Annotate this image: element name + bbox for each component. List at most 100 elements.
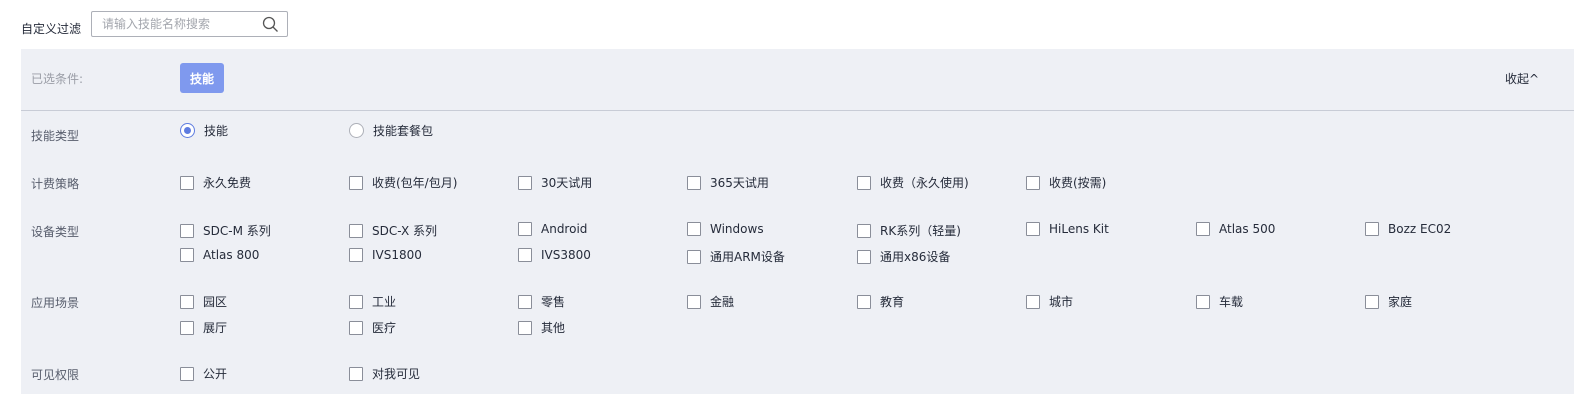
checkbox-icon[interactable] (349, 248, 363, 262)
search-box[interactable] (91, 11, 288, 37)
checkbox-device-ivs3800[interactable]: IVS3800 (518, 248, 591, 262)
checkbox-billing-free[interactable]: 永久免费 (180, 174, 251, 191)
radio-checked-icon[interactable] (180, 123, 195, 138)
radio-skill-package[interactable]: 技能套餐包 (349, 122, 433, 139)
checkbox-billing-30day-trial[interactable]: 30天试用 (518, 174, 592, 191)
checkbox-icon[interactable] (687, 175, 701, 190)
checkbox-label: 通用ARM设备 (710, 250, 785, 264)
checkbox-label: 通用x86设备 (880, 250, 951, 264)
checkbox-icon[interactable] (857, 294, 871, 309)
checkbox-icon[interactable] (349, 223, 363, 238)
checkbox-visibility-private[interactable]: 对我可见 (349, 365, 420, 382)
checkbox-scene-finance[interactable]: 金融 (687, 293, 734, 310)
checkbox-label: IVS1800 (372, 248, 422, 262)
checkbox-icon[interactable] (349, 294, 363, 309)
checkbox-icon[interactable] (687, 249, 701, 264)
checkbox-label: 对我可见 (372, 367, 421, 381)
checkbox-scene-exhibition[interactable]: 展厅 (180, 319, 227, 336)
checkbox-device-atlas-800[interactable]: Atlas 800 (180, 248, 259, 262)
checkbox-billing-on-demand[interactable]: 收费(按需) (1026, 174, 1106, 191)
checkbox-scene-campus[interactable]: 园区 (180, 293, 227, 310)
checkbox-device-android[interactable]: Android (518, 222, 587, 236)
checkbox-label: 城市 (1049, 295, 1074, 309)
checkbox-icon[interactable] (180, 248, 194, 262)
checkbox-scene-home[interactable]: 家庭 (1365, 293, 1412, 310)
checkbox-icon[interactable] (857, 249, 871, 264)
checkbox-billing-365day-trial[interactable]: 365天试用 (687, 174, 769, 191)
checkbox-icon[interactable] (857, 223, 871, 238)
search-input[interactable] (102, 16, 262, 32)
row-label-skill-type: 技能类型 (31, 129, 80, 143)
checkbox-label: 工业 (372, 295, 397, 309)
checkbox-icon[interactable] (1026, 175, 1040, 190)
checkbox-label: 公开 (203, 367, 228, 381)
row-label-visibility: 可见权限 (31, 368, 80, 382)
selected-tag-skill[interactable]: 技能 (180, 63, 224, 93)
checkbox-label: Atlas 500 (1219, 222, 1276, 236)
checkbox-icon[interactable] (349, 366, 363, 381)
checkbox-icon[interactable] (518, 248, 532, 262)
checkbox-device-bozz-ec02[interactable]: Bozz EC02 (1365, 222, 1451, 236)
checkbox-icon[interactable] (349, 175, 363, 190)
checkbox-label: 永久免费 (203, 176, 252, 190)
checkbox-scene-other[interactable]: 其他 (518, 319, 565, 336)
checkbox-icon[interactable] (518, 175, 532, 190)
checkbox-icon[interactable] (518, 294, 532, 309)
row-label-scene: 应用场景 (31, 296, 80, 310)
checkbox-scene-education[interactable]: 教育 (857, 293, 904, 310)
checkbox-label: 医疗 (372, 321, 397, 335)
filter-panel: 已选条件: 技能 收起^ 技能类型 技能 技能套餐包 计费策略 永久免费 收费(… (21, 49, 1574, 394)
checkbox-label: RK系列（轻量) (880, 224, 961, 238)
checkbox-icon[interactable] (687, 222, 701, 236)
checkbox-device-atlas-500[interactable]: Atlas 500 (1196, 222, 1275, 236)
checkbox-device-generic-arm[interactable]: 通用ARM设备 (687, 248, 785, 265)
checkbox-device-rk[interactable]: RK系列（轻量) (857, 222, 961, 239)
checkbox-scene-retail[interactable]: 零售 (518, 293, 565, 310)
checkbox-label: 收费(按需) (1049, 176, 1107, 190)
collapse-toggle[interactable]: 收起^ (1505, 70, 1539, 87)
selected-conditions-row: 已选条件: 技能 收起^ (21, 49, 1574, 111)
checkbox-icon[interactable] (518, 222, 532, 236)
checkbox-scene-city[interactable]: 城市 (1026, 293, 1073, 310)
checkbox-icon[interactable] (857, 175, 871, 190)
checkbox-billing-subscription[interactable]: 收费(包年/包月) (349, 174, 457, 191)
row-label-billing: 计费策略 (31, 177, 80, 191)
checkbox-icon[interactable] (180, 175, 194, 190)
checkbox-icon[interactable] (349, 320, 363, 335)
radio-label: 技能套餐包 (373, 124, 434, 138)
checkbox-icon[interactable] (1196, 222, 1210, 236)
checkbox-scene-medical[interactable]: 医疗 (349, 319, 396, 336)
radio-label: 技能 (204, 124, 229, 138)
checkbox-icon[interactable] (180, 320, 194, 335)
checkbox-icon[interactable] (1026, 294, 1040, 309)
checkbox-device-generic-x86[interactable]: 通用x86设备 (857, 248, 950, 265)
checkbox-icon[interactable] (1365, 222, 1379, 236)
checkbox-label: 家庭 (1388, 295, 1413, 309)
checkbox-label: 30天试用 (541, 176, 593, 190)
checkbox-visibility-public[interactable]: 公开 (180, 365, 227, 382)
checkbox-billing-perpetual[interactable]: 收费（永久使用) (857, 174, 969, 191)
selected-conditions-label: 已选条件: (31, 72, 84, 86)
checkbox-device-sdc-x[interactable]: SDC-X 系列 (349, 222, 437, 239)
checkbox-icon[interactable] (518, 320, 532, 335)
checkbox-scene-vehicle[interactable]: 车载 (1196, 293, 1243, 310)
radio-skill[interactable]: 技能 (180, 122, 228, 139)
checkbox-scene-industry[interactable]: 工业 (349, 293, 396, 310)
checkbox-icon[interactable] (180, 366, 194, 381)
checkbox-icon[interactable] (1026, 222, 1040, 236)
checkbox-device-sdc-m[interactable]: SDC-M 系列 (180, 222, 271, 239)
checkbox-label: HiLens Kit (1049, 222, 1109, 236)
radio-unchecked-icon[interactable] (349, 123, 364, 138)
checkbox-icon[interactable] (1196, 294, 1210, 309)
search-icon[interactable] (262, 16, 279, 33)
checkbox-label: Bozz EC02 (1388, 222, 1452, 236)
checkbox-device-windows[interactable]: Windows (687, 222, 764, 236)
checkbox-icon[interactable] (687, 294, 701, 309)
checkbox-device-ivs1800[interactable]: IVS1800 (349, 248, 422, 262)
checkbox-icon[interactable] (1365, 294, 1379, 309)
checkbox-device-hilens-kit[interactable]: HiLens Kit (1026, 222, 1109, 236)
checkbox-label: 展厅 (203, 321, 228, 335)
checkbox-icon[interactable] (180, 294, 194, 309)
checkbox-label: 其他 (541, 321, 566, 335)
checkbox-icon[interactable] (180, 223, 194, 238)
